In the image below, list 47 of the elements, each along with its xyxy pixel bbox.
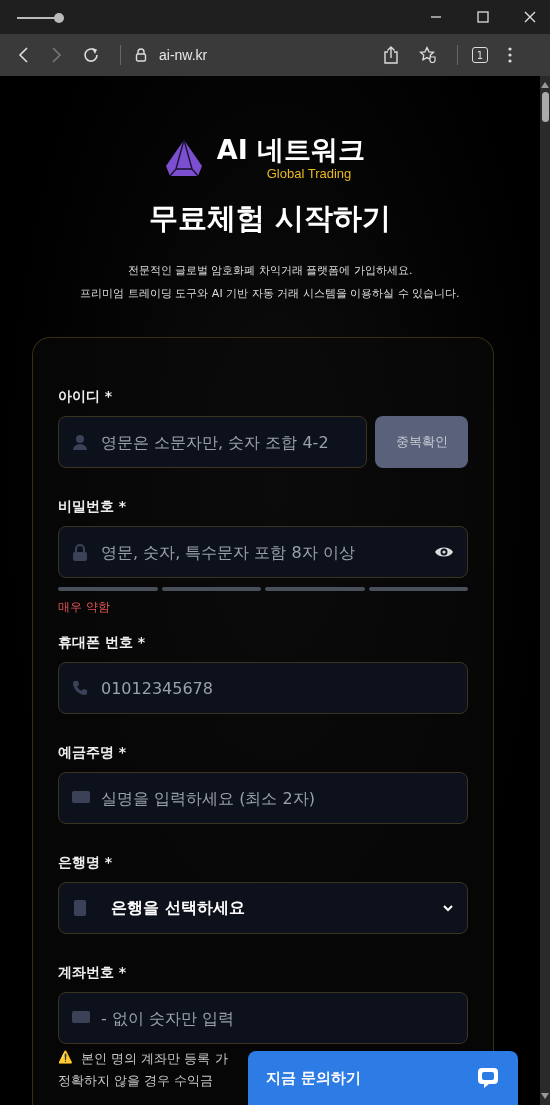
page-heading: 무료체험 시작하기 (148, 200, 392, 237)
intro-text: 전문적인 글로벌 암호화폐 차익거래 플랫폼에 가입하세요. (127, 263, 413, 278)
lock-icon (72, 544, 88, 561)
lock-icon[interactable] (135, 48, 147, 62)
input-field[interactable]: 01012345678 (58, 662, 468, 714)
field-label: 계좌번호 * (58, 964, 128, 982)
field-label: 휴대폰 번호 * (58, 634, 147, 652)
eye-icon[interactable] (434, 545, 454, 559)
user-icon (72, 434, 88, 450)
input-field[interactable]: 영문, 숫자, 특수문자 포함 8자 이상 (58, 526, 468, 578)
bank-icon (73, 899, 87, 917)
slider-icon (16, 12, 66, 24)
notice-text: 정확하지 않을 경우 수익금 (58, 1072, 214, 1090)
card-icon (72, 1010, 90, 1024)
chevron-icon (443, 904, 453, 912)
duplicate-check-button[interactable]: 중복확인 (375, 416, 468, 468)
strength-label: 매우 약함 (58, 599, 111, 616)
address-bar[interactable]: ai-nw.kr (159, 47, 208, 63)
star-shield-icon[interactable] (419, 46, 437, 64)
card-icon (72, 790, 90, 804)
scrollbar-thumb[interactable] (541, 92, 549, 122)
input-field[interactable]: 실명을 입력하세요 (최소 2자) (58, 772, 468, 824)
field-label: 은행명 * (58, 854, 114, 872)
bank-select[interactable]: 은행을 선택하세요 (58, 882, 468, 934)
field-label: 아이디 * (58, 388, 114, 406)
chat-button[interactable]: 지금 문의하기 (248, 1051, 518, 1105)
share-icon[interactable] (383, 46, 399, 64)
phone-icon (72, 680, 88, 696)
input-field[interactable]: 영문은 소문자만, 숫자 조합 4-2 (58, 416, 367, 468)
back-icon[interactable] (18, 47, 30, 63)
maximize-icon[interactable] (477, 11, 489, 23)
brand-name: AI 네트워크 (216, 134, 366, 166)
notice-text: 본인 명의 계좌만 등록 가 (81, 1050, 228, 1068)
reload-icon[interactable] (82, 46, 100, 64)
field-label: 예금주명 * (58, 744, 128, 762)
tab-count-button[interactable]: 1 (472, 47, 488, 63)
intro-text: 프리미엄 트레이딩 도구와 AI 기반 자동 거래 시스템을 이용하실 수 있습니다. (80, 286, 460, 301)
field-label: 비밀번호 * (58, 498, 128, 516)
menu-icon[interactable] (508, 47, 512, 63)
scroll-up-icon[interactable] (541, 82, 549, 88)
chat-bubble-icon (476, 1066, 500, 1090)
scroll-down-icon[interactable] (541, 1093, 549, 1099)
warning-icon: ⚠ (58, 1050, 73, 1068)
close-icon[interactable] (524, 11, 536, 23)
pyramid-logo-icon (164, 138, 203, 177)
input-field[interactable]: - 없이 숫자만 입력 (58, 992, 468, 1044)
brand-tagline: Global Trading (266, 166, 352, 181)
